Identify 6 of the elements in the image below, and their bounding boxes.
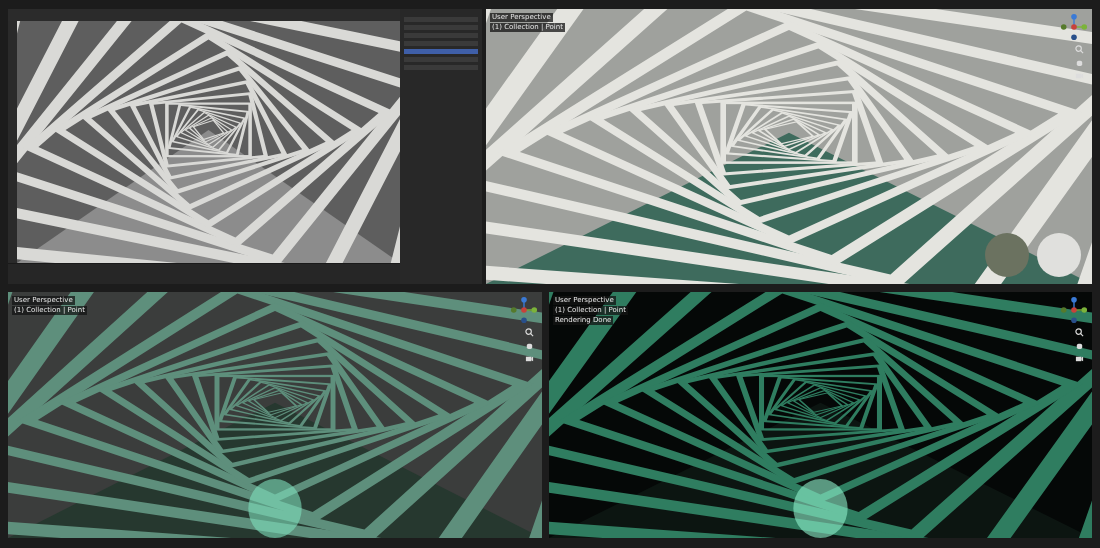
axis-gizmo-icon[interactable] bbox=[1060, 296, 1088, 324]
axis-gizmo-icon[interactable] bbox=[510, 296, 538, 324]
preview-spheres-icon bbox=[984, 232, 1084, 278]
search-icon[interactable] bbox=[525, 328, 534, 337]
search-icon[interactable] bbox=[1075, 328, 1084, 337]
axis-gizmo-icon[interactable] bbox=[1060, 13, 1088, 41]
